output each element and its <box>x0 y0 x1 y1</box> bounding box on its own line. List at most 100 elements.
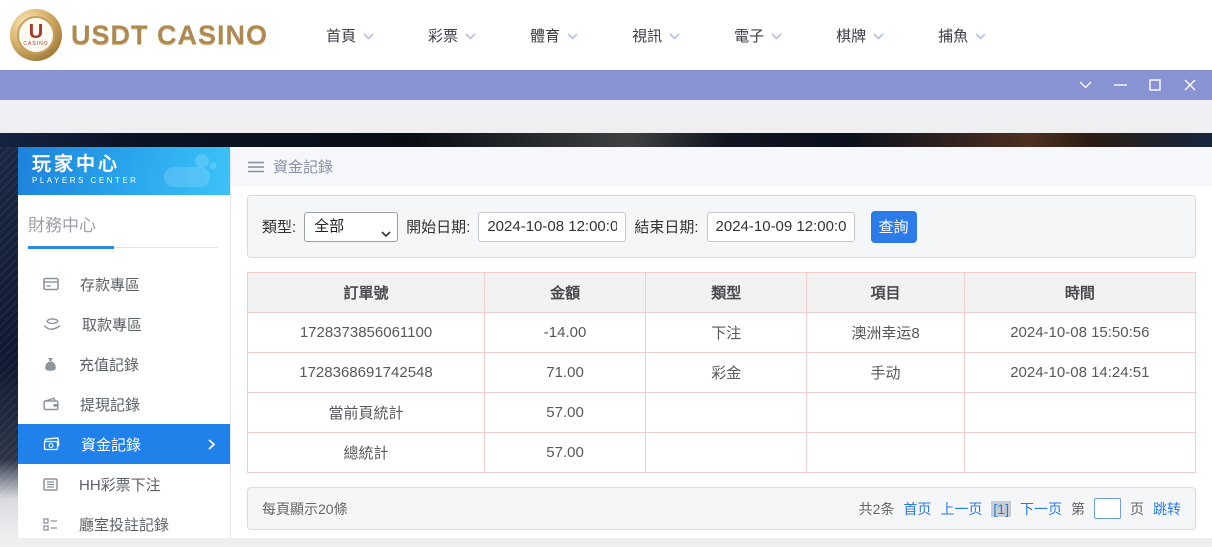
type-select[interactable]: 全部 <box>304 212 398 242</box>
page-title: 資金記錄 <box>273 156 333 177</box>
nav-item-lottery[interactable]: 彩票 <box>428 25 476 46</box>
chevron-right-icon <box>208 439 215 450</box>
nav-item-video[interactable]: 視訊 <box>632 25 680 46</box>
jump-suffix-text: 页 <box>1130 499 1144 519</box>
cell-label: 當前頁統計 <box>248 393 485 433</box>
main-panel: 資金記錄 類型: 全部 開始日期: 結束日期: 查詢 <box>231 147 1212 538</box>
end-date-input[interactable] <box>707 212 855 242</box>
sidebar-item-label: 存款專區 <box>80 274 140 295</box>
chevron-down-icon <box>873 27 884 44</box>
start-date-input[interactable] <box>478 212 626 242</box>
table-row: 1728373856061100 -14.00 下注 澳洲幸运8 2024-10… <box>248 313 1196 353</box>
cell-label: 總統計 <box>248 433 485 473</box>
funds-table: 訂單號 金額 類型 項目 時間 1728373856061100 -14.00 … <box>247 272 1196 473</box>
table-row: 1728368691742548 71.00 彩金 手动 2024-10-08 … <box>248 353 1196 393</box>
window-minimize-icon[interactable] <box>1112 77 1128 93</box>
funds-record-icon <box>43 437 60 451</box>
sidebar-item-recharge-records[interactable]: 充值記錄 <box>18 344 230 384</box>
nav-label: 視訊 <box>632 25 662 46</box>
prev-page-link[interactable]: 上一页 <box>940 499 982 519</box>
sidebar-item-label: HH彩票下注 <box>79 474 161 495</box>
chevron-down-icon <box>771 27 782 44</box>
chevron-down-icon <box>669 27 680 44</box>
top-bar: U CASINO USDT CASINO 首頁 彩票 體育 視訊 電子 棋牌 <box>0 0 1212 70</box>
logo-text: USDT CASINO <box>71 20 268 51</box>
col-amount: 金額 <box>485 273 646 313</box>
nav-label: 首頁 <box>326 25 356 46</box>
page-jump-input[interactable] <box>1094 498 1121 519</box>
col-order-number: 訂單號 <box>248 273 485 313</box>
cell-empty <box>646 433 807 473</box>
cell-amount: 57.00 <box>485 433 646 473</box>
table-header-row: 訂單號 金額 類型 項目 時間 <box>248 273 1196 313</box>
recharge-record-icon <box>43 357 58 372</box>
main-body: 類型: 全部 開始日期: 結束日期: 查詢 訂單號 <box>231 186 1212 530</box>
cell-item: 澳洲幸运8 <box>807 313 964 353</box>
breadcrumb: 資金記錄 <box>231 147 1212 186</box>
room-bet-records-icon <box>43 518 58 531</box>
pagination-bar: 每頁顯示20條 共2条 首页 上一页 [1] 下一页 第 页 跳转 <box>247 487 1196 530</box>
nav-label: 棋牌 <box>836 25 866 46</box>
sidebar-item-withdrawal-records[interactable]: 提現記錄 <box>18 384 230 424</box>
jump-link[interactable]: 跳转 <box>1153 499 1181 519</box>
first-page-link[interactable]: 首页 <box>903 499 931 519</box>
next-page-link[interactable]: 下一页 <box>1020 499 1062 519</box>
chevron-down-icon <box>567 27 578 44</box>
sidebar-item-withdraw[interactable]: 取款專區 <box>18 304 230 344</box>
nav-item-fishing[interactable]: 捕魚 <box>938 25 986 46</box>
logo-letter: U <box>29 23 43 41</box>
nav-item-sports[interactable]: 體育 <box>530 25 578 46</box>
table-row-grand-total: 總統計 57.00 <box>248 433 1196 473</box>
sidebar-item-label: 提現記錄 <box>80 394 140 415</box>
sidebar-item-label: 充值記錄 <box>79 354 139 375</box>
window-close-icon[interactable] <box>1182 77 1198 93</box>
filter-bar: 類型: 全部 開始日期: 結束日期: 查詢 <box>247 195 1196 258</box>
hamburger-icon[interactable] <box>248 161 264 173</box>
sidebar-item-hh-lottery-bets[interactable]: HH彩票下注 <box>18 464 230 504</box>
nav-item-home[interactable]: 首頁 <box>326 25 374 46</box>
cell-order-number: 1728368691742548 <box>248 353 485 393</box>
col-time: 時間 <box>964 273 1195 313</box>
deposit-icon <box>43 277 59 291</box>
sidebar-menu: 存款專區 取款專區 充值記錄 提現記錄 資金記錄 HH彩票下注 <box>18 264 230 544</box>
cell-type: 彩金 <box>646 353 807 393</box>
chevron-down-icon <box>363 27 374 44</box>
content-region: 玩家中心 PLAYERS CENTER 財務中心 存款專區 取款專區 充值記錄 <box>0 147 1212 538</box>
pager: 共2条 首页 上一页 [1] 下一页 第 页 跳转 <box>859 498 1181 519</box>
sidebar-item-room-bet-records[interactable]: 廳室投註記錄 <box>18 504 230 544</box>
sidebar-section: 財務中心 <box>18 195 230 248</box>
nav-label: 彩票 <box>428 25 458 46</box>
cell-amount: 57.00 <box>485 393 646 433</box>
finance-center-heading: 財務中心 <box>28 211 218 248</box>
page-gap-strip <box>0 100 1212 133</box>
sidebar-item-deposit[interactable]: 存款專區 <box>18 264 230 304</box>
cell-amount: 71.00 <box>485 353 646 393</box>
logo-mini-text: CASINO <box>23 41 48 47</box>
type-label: 類型: <box>262 216 296 237</box>
cell-empty <box>807 393 964 433</box>
nav-item-cards[interactable]: 棋牌 <box>836 25 884 46</box>
window-collapse-icon[interactable] <box>1077 77 1093 93</box>
nav-label: 電子 <box>734 25 764 46</box>
sidebar: 玩家中心 PLAYERS CENTER 財務中心 存款專區 取款專區 充值記錄 <box>18 147 231 538</box>
window-maximize-icon[interactable] <box>1147 77 1163 93</box>
cell-order-number: 1728373856061100 <box>248 313 485 353</box>
dark-banner-strip <box>0 133 1212 147</box>
jump-prefix-text: 第 <box>1071 499 1085 519</box>
col-item: 項目 <box>807 273 964 313</box>
site-logo[interactable]: U CASINO USDT CASINO <box>10 9 268 61</box>
nav-label: 體育 <box>530 25 560 46</box>
nav-label: 捕魚 <box>938 25 968 46</box>
nav-item-slots[interactable]: 電子 <box>734 25 782 46</box>
sidebar-item-funds-records[interactable]: 資金記錄 <box>18 424 230 464</box>
query-button[interactable]: 查詢 <box>871 211 917 243</box>
page-size-text: 每頁顯示20條 <box>262 499 348 519</box>
current-page-indicator[interactable]: [1] <box>991 501 1011 517</box>
chevron-down-icon <box>975 27 986 44</box>
cell-item: 手动 <box>807 353 964 393</box>
end-date-label: 結束日期: <box>634 216 698 237</box>
cell-time: 2024-10-08 15:50:56 <box>964 313 1195 353</box>
withdrawal-record-icon <box>43 397 59 411</box>
cell-empty <box>807 433 964 473</box>
left-background-edge <box>0 147 18 538</box>
